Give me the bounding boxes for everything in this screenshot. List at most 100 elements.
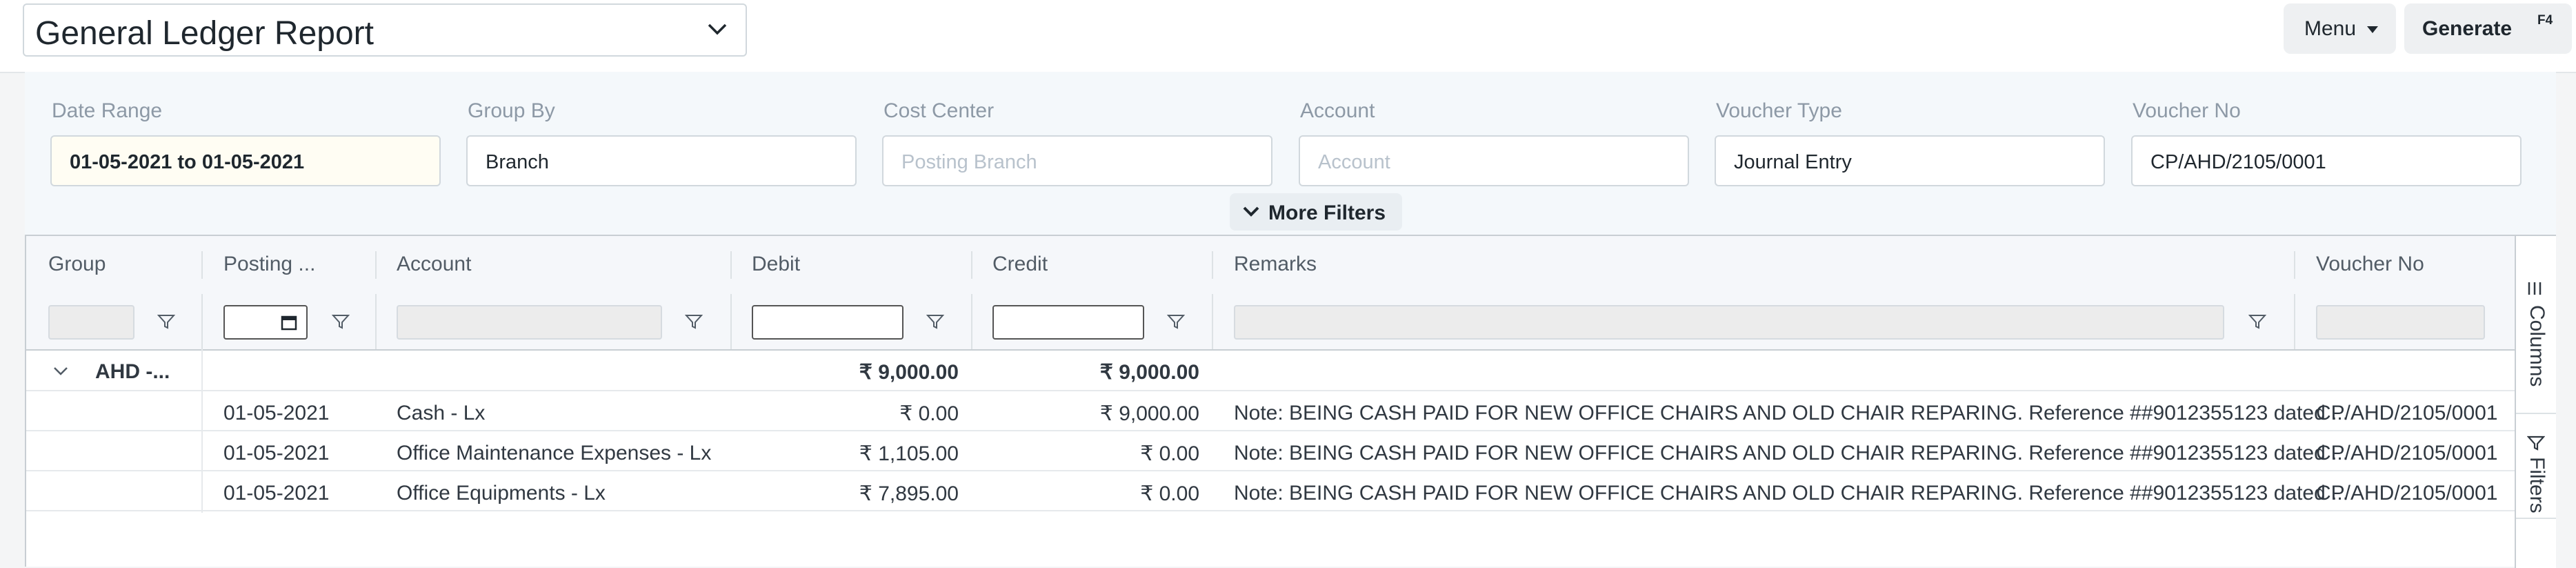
funnel-icon <box>2527 435 2545 451</box>
report-selector[interactable]: General Ledger Report <box>23 3 747 57</box>
credit-cell: ₹ 0.00 <box>1140 482 1199 505</box>
table-row[interactable]: 01-05-2021 Cash - Lx ₹ 0.00 ₹ 9,000.00 N… <box>26 391 2515 431</box>
column-header-credit[interactable]: Credit <box>992 253 1048 276</box>
voucher-no-field[interactable]: CP/AHD/2105/0001 <box>2131 135 2522 186</box>
account-field[interactable]: Account <box>1299 135 1689 186</box>
credit-cell: ₹ 9,000.00 <box>1099 402 1199 425</box>
account-cell: Cash - Lx <box>397 402 486 424</box>
voucher-no-cell: CP/AHD/2105/0001 <box>2316 482 2498 505</box>
voucher-type-value: Journal Entry <box>1734 151 1852 173</box>
filter-label: Group By <box>468 99 555 122</box>
debit-cell: ₹ 1,105.00 <box>859 442 959 465</box>
column-separator <box>1212 294 1213 349</box>
column-separator <box>2294 294 2295 349</box>
remarks-cell: Note: BEING CASH PAID FOR NEW OFFICE CHA… <box>1234 402 2349 424</box>
table-row[interactable]: 01-05-2021 Office Equipments - Lx ₹ 7,89… <box>26 471 2515 511</box>
posting-date-cell: 01-05-2021 <box>223 442 330 464</box>
funnel-icon[interactable] <box>157 313 175 330</box>
generate-button[interactable]: Generate F4 <box>2404 3 2572 54</box>
cost-center-placeholder: Posting Branch <box>901 151 1037 173</box>
column-header-voucher-no[interactable]: Voucher No <box>2316 253 2424 276</box>
group-by-value: Branch <box>486 151 549 173</box>
menu-button-label: Menu <box>2304 17 2357 40</box>
filter-label: Voucher No <box>2133 99 2241 122</box>
column-header-account[interactable]: Account <box>397 253 471 276</box>
account-cell: Office Maintenance Expenses - Lx <box>397 442 712 464</box>
date-range-value: 01-05-2021 to 01-05-2021 <box>70 151 305 173</box>
account-filter-input[interactable] <box>397 305 662 340</box>
page-header: General Ledger Report Menu Generate F4 <box>0 0 2576 73</box>
posting-date-cell: 01-05-2021 <box>223 402 330 424</box>
group-name: AHD -... <box>95 360 170 383</box>
account-placeholder: Account <box>1318 151 1390 173</box>
account-cell: Office Equipments - Lx <box>397 482 606 505</box>
filters-tab-label: Filters <box>2526 457 2548 513</box>
funnel-icon[interactable] <box>926 313 944 330</box>
column-separator[interactable] <box>2294 251 2295 279</box>
column-separator <box>375 294 377 349</box>
caret-down-icon <box>2367 26 2378 33</box>
group-row[interactable]: AHD -... ₹ 9,000.00 ₹ 9,000.00 <box>26 351 2515 391</box>
chevron-down-icon[interactable] <box>52 366 69 377</box>
posting-date-cell: 01-05-2021 <box>223 482 330 505</box>
posting-date-filter-input[interactable] <box>223 305 308 340</box>
filter-label: Date Range <box>52 99 163 122</box>
column-header-debit[interactable]: Debit <box>752 253 800 276</box>
table-row[interactable]: 01-05-2021 Office Maintenance Expenses -… <box>26 431 2515 471</box>
column-separator[interactable] <box>375 251 377 279</box>
filter-label: Cost Center <box>883 99 995 122</box>
remarks-filter-input[interactable] <box>1234 305 2224 340</box>
group-by-field[interactable]: Branch <box>466 135 857 186</box>
debit-cell: ₹ 0.00 <box>899 402 959 425</box>
group-filter-input[interactable] <box>48 305 134 340</box>
voucher-no-cell: CP/AHD/2105/0001 <box>2316 442 2498 464</box>
credit-filter-input[interactable] <box>992 305 1144 340</box>
remarks-cell: Note: BEING CASH PAID FOR NEW OFFICE CHA… <box>1234 442 2349 464</box>
column-separator <box>971 294 972 349</box>
more-filters-label: More Filters <box>1268 202 1386 224</box>
funnel-icon[interactable] <box>2248 313 2266 330</box>
columns-tab-label: Columns <box>2526 305 2548 387</box>
debit-cell: ₹ 7,895.00 <box>859 482 959 505</box>
group-credit-total: ₹ 9,000.00 <box>1099 361 1199 384</box>
grid-side-panel: Columns Filters <box>2515 236 2556 568</box>
funnel-icon[interactable] <box>685 313 703 330</box>
funnel-icon[interactable] <box>1167 313 1185 330</box>
date-range-field[interactable]: 01-05-2021 to 01-05-2021 <box>50 135 441 186</box>
columns-tab[interactable]: Columns <box>2516 253 2556 414</box>
debit-filter-input[interactable] <box>752 305 903 340</box>
column-header-group[interactable]: Group <box>48 253 106 276</box>
column-header-remarks[interactable]: Remarks <box>1234 253 1317 276</box>
menu-button[interactable]: Menu <box>2284 3 2396 54</box>
chevron-down-icon <box>1243 206 1259 217</box>
generate-shortcut: F4 <box>2537 13 2553 28</box>
voucher-no-filter-input[interactable] <box>2316 305 2485 340</box>
filter-label: Voucher Type <box>1716 99 1842 122</box>
generate-button-label: Generate <box>2422 17 2513 40</box>
column-separator <box>201 294 203 349</box>
filter-label: Account <box>1300 99 1375 122</box>
credit-cell: ₹ 0.00 <box>1140 442 1199 465</box>
filters-tab[interactable]: Filters <box>2516 414 2556 519</box>
voucher-no-cell: CP/AHD/2105/0001 <box>2316 402 2498 424</box>
report-title: General Ledger Report <box>35 15 374 52</box>
column-separator[interactable] <box>1212 251 1213 279</box>
more-filters-button[interactable]: More Filters <box>1230 193 1402 231</box>
cost-center-field[interactable]: Posting Branch <box>882 135 1272 186</box>
voucher-type-field[interactable]: Journal Entry <box>1715 135 2105 186</box>
column-separator[interactable] <box>201 251 203 279</box>
group-debit-total: ₹ 9,000.00 <box>859 361 959 384</box>
grid-header-row: Group Posting ... Account Debit Credit R… <box>26 236 2515 295</box>
column-separator[interactable] <box>971 251 972 279</box>
columns-icon <box>2528 282 2542 295</box>
column-header-posting-date[interactable]: Posting ... <box>223 253 315 276</box>
report-grid: Group Posting ... Account Debit Credit R… <box>25 235 2556 568</box>
calendar-icon[interactable] <box>280 313 298 331</box>
column-separator <box>730 294 732 349</box>
funnel-icon[interactable] <box>332 313 350 330</box>
column-filter-row <box>26 294 2515 351</box>
filter-panel: Date Range 01-05-2021 to 01-05-2021 Grou… <box>25 72 2556 235</box>
remarks-cell: Note: BEING CASH PAID FOR NEW OFFICE CHA… <box>1234 482 2349 505</box>
voucher-no-value: CP/AHD/2105/0001 <box>2150 151 2326 173</box>
column-separator[interactable] <box>730 251 732 279</box>
